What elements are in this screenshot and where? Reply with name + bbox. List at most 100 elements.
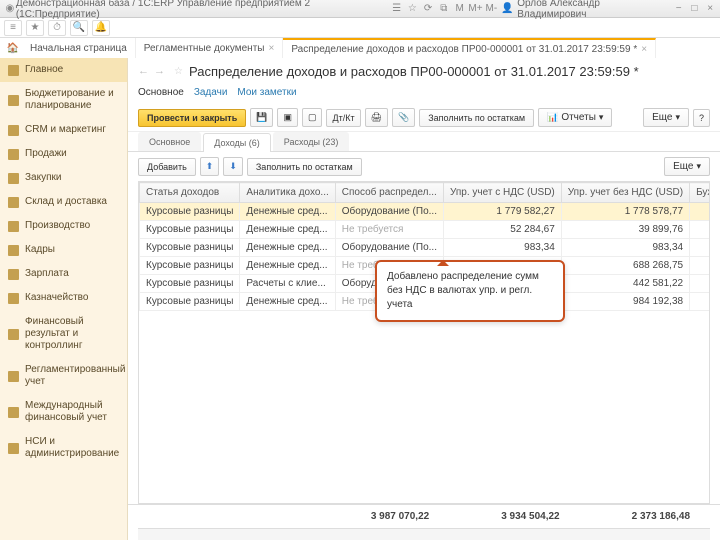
doc-tabs: Основное Доходы (6) Расходы (23) bbox=[128, 132, 720, 152]
col-header[interactable]: Аналитика дохо... bbox=[240, 183, 335, 203]
help-button[interactable]: ? bbox=[693, 109, 710, 127]
section-icon bbox=[8, 293, 19, 304]
tab-regdocs[interactable]: Регламентные документы× bbox=[136, 38, 284, 58]
sidebar-item[interactable]: CRM и маркетинг bbox=[0, 118, 127, 142]
tab-main[interactable]: Основное bbox=[138, 132, 201, 151]
maximize-icon[interactable]: □ bbox=[689, 3, 701, 15]
bell-icon[interactable]: 🔔 bbox=[92, 20, 110, 36]
print-icon[interactable]: 🖨 bbox=[365, 108, 388, 127]
home-icon[interactable]: 🏠 bbox=[4, 38, 22, 58]
user-icon[interactable]: 👤 bbox=[501, 3, 513, 15]
unpost-icon[interactable]: ▢ bbox=[302, 108, 323, 127]
star-icon[interactable]: ★ bbox=[26, 20, 44, 36]
back-icon[interactable]: ← bbox=[138, 65, 152, 79]
h-scrollbar[interactable] bbox=[138, 528, 710, 540]
tb-icon[interactable]: ⧉ bbox=[438, 3, 450, 15]
tab-expense[interactable]: Расходы (23) bbox=[273, 132, 350, 151]
table-row[interactable]: Курсовые разницыДенежные сред...Оборудов… bbox=[140, 203, 711, 221]
menu-icon[interactable]: ≡ bbox=[4, 20, 22, 36]
movements-icon[interactable]: Дт/Кт bbox=[326, 109, 360, 127]
history-icon[interactable]: ⏱ bbox=[48, 20, 66, 36]
link-tasks[interactable]: Задачи bbox=[194, 87, 228, 98]
tab-income[interactable]: Доходы (6) bbox=[203, 133, 271, 152]
section-icon bbox=[8, 125, 19, 136]
down-icon[interactable]: ⬇ bbox=[223, 157, 243, 176]
sidebar-item[interactable]: Бюджетирование и планирование bbox=[0, 82, 127, 118]
app-icon: ◉ bbox=[4, 3, 16, 15]
title-text: Демонстрационная база / 1С:ERP Управлени… bbox=[16, 0, 391, 20]
grid-toolbar: Добавить ⬆ ⬇ Заполнить по остаткам Еще ▾ bbox=[128, 152, 720, 181]
section-icon bbox=[8, 95, 19, 106]
tb-icon[interactable]: ⟳ bbox=[422, 3, 434, 15]
section-icon bbox=[8, 407, 19, 418]
total-usd-vat: 3 987 070,22 bbox=[319, 509, 449, 524]
sidebar-item[interactable]: Кадры bbox=[0, 238, 127, 262]
sidebar-item[interactable]: НСИ и администрирование bbox=[0, 430, 127, 466]
fav-icon[interactable]: ☆ bbox=[174, 66, 183, 77]
search-icon[interactable]: 🔍 bbox=[70, 20, 88, 36]
user-name[interactable]: Орлов Александр Владимирович bbox=[517, 0, 669, 20]
col-header[interactable]: Способ распредел... bbox=[335, 183, 443, 203]
fill-button[interactable]: Заполнить по остаткам bbox=[419, 109, 534, 127]
section-icon bbox=[8, 197, 19, 208]
sidebar-item[interactable]: Финансовый результат и контроллинг bbox=[0, 310, 127, 358]
minimize-icon[interactable]: − bbox=[673, 3, 685, 15]
table-row[interactable]: Курсовые разницыДенежные сред...Оборудов… bbox=[140, 239, 711, 257]
section-icon bbox=[8, 221, 19, 232]
save-icon[interactable]: 💾 bbox=[250, 108, 273, 127]
sidebar-item[interactable]: Регламентированный учет bbox=[0, 358, 127, 394]
fill-grid-button[interactable]: Заполнить по остаткам bbox=[247, 158, 362, 176]
doc-title: Распределение доходов и расходов ПР00-00… bbox=[189, 64, 639, 79]
annotation-callout: Добавлено распределение сумм без НДС в в… bbox=[375, 260, 565, 322]
tb-icon[interactable]: ☰ bbox=[391, 3, 403, 15]
window-titlebar: ◉ Демонстрационная база / 1С:ERP Управле… bbox=[0, 0, 720, 18]
section-icon bbox=[8, 371, 19, 382]
reports-button[interactable]: 📊 Отчеты ▾ bbox=[538, 108, 612, 127]
col-header[interactable]: Бухгалтерский учет (RUB) bbox=[690, 183, 710, 203]
tab-home[interactable]: Начальная страница bbox=[22, 38, 136, 58]
tb-icon[interactable]: ☆ bbox=[406, 3, 418, 15]
sidebar-item[interactable]: Закупки bbox=[0, 166, 127, 190]
attach-icon[interactable]: 📎 bbox=[392, 108, 415, 127]
sidebar-item[interactable]: Казначейство bbox=[0, 286, 127, 310]
section-icon bbox=[8, 173, 19, 184]
section-icon bbox=[8, 149, 19, 160]
tb-m[interactable]: M+ bbox=[470, 3, 482, 15]
tb-m[interactable]: M- bbox=[486, 3, 498, 15]
grid-totals: 3 987 070,22 3 934 504,22 2 373 186,48 bbox=[128, 504, 720, 528]
col-header[interactable]: Статья доходов bbox=[140, 183, 240, 203]
section-icon bbox=[8, 269, 19, 280]
sidebar-item[interactable]: Зарплата bbox=[0, 262, 127, 286]
sidebar-item[interactable]: Главное bbox=[0, 58, 127, 82]
tb-m[interactable]: M bbox=[454, 3, 466, 15]
close-icon[interactable]: × bbox=[268, 43, 274, 54]
link-main[interactable]: Основное bbox=[138, 87, 184, 98]
close-icon[interactable]: × bbox=[641, 44, 647, 55]
sidebar: Главное Бюджетирование и планирование CR… bbox=[0, 58, 128, 540]
fwd-icon[interactable]: → bbox=[154, 65, 168, 79]
income-grid[interactable]: Статья доходовАналитика дохо...Способ ра… bbox=[138, 181, 710, 504]
doc-nav: Основное Задачи Мои заметки bbox=[128, 85, 720, 104]
sidebar-item[interactable]: Производство bbox=[0, 214, 127, 238]
link-notes[interactable]: Мои заметки bbox=[237, 87, 296, 98]
section-icon bbox=[8, 329, 19, 340]
total-rub: 2 373 186,48 bbox=[580, 509, 710, 524]
col-header[interactable]: Упр. учет с НДС (USD) bbox=[443, 183, 561, 203]
sidebar-item[interactable]: Склад и доставка bbox=[0, 190, 127, 214]
col-header[interactable]: Упр. учет без НДС (USD) bbox=[561, 183, 689, 203]
up-icon[interactable]: ⬆ bbox=[200, 157, 220, 176]
add-button[interactable]: Добавить bbox=[138, 158, 196, 176]
sidebar-item[interactable]: Продажи bbox=[0, 142, 127, 166]
post-close-button[interactable]: Провести и закрыть bbox=[138, 109, 246, 127]
app-tabs: 🏠 Начальная страница Регламентные докуме… bbox=[0, 38, 720, 58]
post-icon[interactable]: ▣ bbox=[277, 108, 298, 127]
close-icon[interactable]: × bbox=[704, 3, 716, 15]
grid-more-button[interactable]: Еще ▾ bbox=[664, 157, 710, 176]
section-icon bbox=[8, 245, 19, 256]
table-row[interactable]: Курсовые разницыДенежные сред...Не требу… bbox=[140, 221, 711, 239]
section-icon bbox=[8, 443, 19, 454]
tab-distribution[interactable]: Распределение доходов и расходов ПР00-00… bbox=[283, 38, 656, 58]
top-toolbar: ≡ ★ ⏱ 🔍 🔔 bbox=[0, 18, 720, 38]
more-button[interactable]: Еще ▾ bbox=[643, 108, 689, 127]
sidebar-item[interactable]: Международный финансовый учет bbox=[0, 394, 127, 430]
